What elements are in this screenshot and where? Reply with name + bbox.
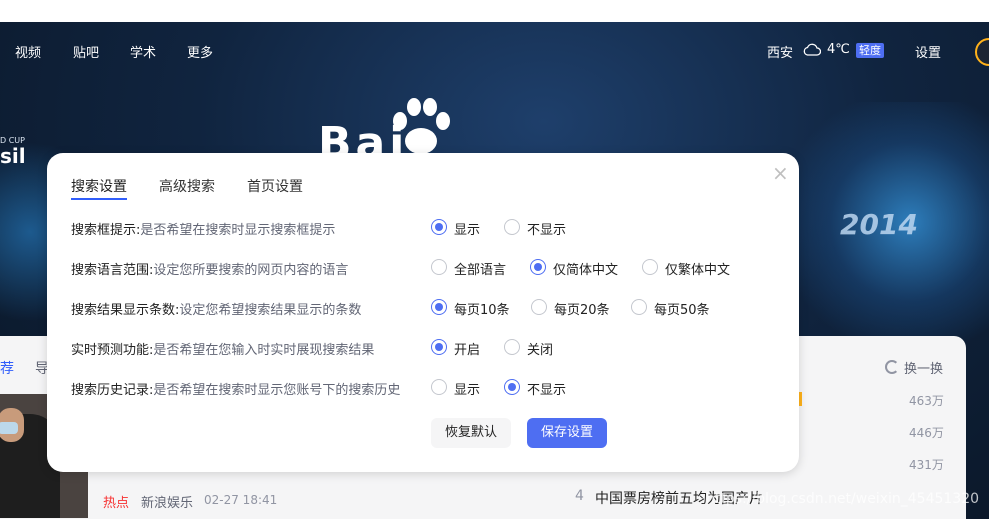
row-desc: 设定您希望搜索结果显示的条数 xyxy=(179,303,362,318)
watermark: https://blog.csdn.net/weixin_45451320 xyxy=(706,491,980,507)
row-key: 搜索语言范围: xyxy=(71,263,154,278)
row-search-suggest-label: 搜索框提示:是否希望在搜索时显示搜索框提示 xyxy=(71,219,335,238)
row-key: 搜索框提示: xyxy=(71,223,141,238)
option-label[interactable]: 每页50条 xyxy=(654,299,710,318)
row-desc: 是否希望在您输入时实时展现搜索结果 xyxy=(153,343,375,358)
radio-results-10[interactable] xyxy=(431,299,447,315)
nav-more[interactable]: 更多 xyxy=(187,42,213,61)
cup-text: sil xyxy=(0,144,26,168)
hot-value-1: 463万 xyxy=(909,394,944,408)
option-label[interactable]: 全部语言 xyxy=(454,259,506,278)
row-key: 实时预测功能: xyxy=(71,343,154,358)
close-icon[interactable]: × xyxy=(772,163,789,183)
radio-suggest-show[interactable] xyxy=(431,219,447,235)
aqi-badge[interactable]: 轻度 xyxy=(856,43,884,58)
settings-link[interactable]: 设置 xyxy=(915,42,941,61)
option-label[interactable]: 显示 xyxy=(454,219,480,238)
news-time: 02-27 18:41 xyxy=(204,493,278,507)
radio-results-50[interactable] xyxy=(631,299,647,315)
option-label[interactable]: 每页10条 xyxy=(454,299,510,318)
avatar[interactable] xyxy=(975,38,989,66)
refresh-button[interactable]: 换一换 xyxy=(904,358,943,377)
row-realtime-predict-label: 实时预测功能:是否希望在您输入时实时展现搜索结果 xyxy=(71,339,374,358)
hot-value-3: 431万 xyxy=(909,458,944,472)
radio-language-traditional[interactable] xyxy=(642,259,658,275)
radio-history-hide[interactable] xyxy=(504,379,520,395)
reset-defaults-button[interactable]: 恢复默认 xyxy=(431,418,511,448)
news-hot-tag: 热点 xyxy=(103,496,130,511)
row-results-count-label: 搜索结果显示条数:设定您希望搜索结果显示的条数 xyxy=(71,299,361,318)
radio-predict-on[interactable] xyxy=(431,339,447,355)
row-language-label: 搜索语言范围:设定您所要搜索的网页内容的语言 xyxy=(71,259,348,278)
weather-temperature[interactable]: 4℃ xyxy=(827,42,850,57)
row-key: 搜索结果显示条数: xyxy=(71,303,180,318)
top-nav: 视频 贴吧 学术 更多 西安 4℃ 轻度 设置 xyxy=(0,22,989,80)
option-label[interactable]: 开启 xyxy=(454,339,480,358)
top-strip xyxy=(0,0,989,22)
nav-video[interactable]: 视频 xyxy=(15,42,41,61)
option-label[interactable]: 仅繁体中文 xyxy=(665,259,730,278)
radio-language-all[interactable] xyxy=(431,259,447,275)
save-settings-button[interactable]: 保存设置 xyxy=(527,418,607,448)
row-desc: 设定您所要搜索的网页内容的语言 xyxy=(153,263,349,278)
row-search-history-label: 搜索历史记录:是否希望在搜索时显示您账号下的搜索历史 xyxy=(71,379,400,398)
option-label[interactable]: 每页20条 xyxy=(554,299,610,318)
world-cup-year: 2014 xyxy=(840,208,918,241)
nav-xueshu[interactable]: 学术 xyxy=(130,42,156,61)
option-label[interactable]: 不显示 xyxy=(527,379,566,398)
refresh-icon[interactable] xyxy=(885,360,899,374)
hot-value-2: 446万 xyxy=(909,426,944,440)
row-key: 搜索历史记录: xyxy=(71,383,154,398)
weather-city[interactable]: 西安 xyxy=(767,42,793,61)
radio-suggest-hide[interactable] xyxy=(504,219,520,235)
thumbnail-mask xyxy=(0,422,18,434)
option-label[interactable]: 显示 xyxy=(454,379,480,398)
cloud-icon xyxy=(803,43,821,56)
radio-history-show[interactable] xyxy=(431,379,447,395)
tab-recommend[interactable]: 荐 xyxy=(0,358,14,378)
nav-tieba[interactable]: 贴吧 xyxy=(73,42,99,61)
tab-underline xyxy=(71,198,127,200)
news-source[interactable]: 新浪娱乐 xyxy=(141,492,193,511)
radio-language-simplified[interactable] xyxy=(530,259,546,275)
radio-results-20[interactable] xyxy=(531,299,547,315)
row-desc: 是否希望在搜索时显示搜索框提示 xyxy=(140,223,336,238)
hot-rank: 4 xyxy=(575,488,584,504)
option-label[interactable]: 关闭 xyxy=(527,339,553,358)
baidu-paw-icon xyxy=(393,98,450,154)
tab-search-settings[interactable]: 搜索设置 xyxy=(71,176,127,196)
tab-advanced-search[interactable]: 高级搜索 xyxy=(159,176,215,196)
search-settings-modal: × 搜索设置 高级搜索 首页设置 搜索框提示:是否希望在搜索时显示搜索框提示 显… xyxy=(47,153,799,472)
row-desc: 是否希望在搜索时显示您账号下的搜索历史 xyxy=(153,383,401,398)
radio-predict-off[interactable] xyxy=(504,339,520,355)
option-label[interactable]: 不显示 xyxy=(527,219,566,238)
tab-homepage-settings[interactable]: 首页设置 xyxy=(247,176,303,196)
option-label[interactable]: 仅简体中文 xyxy=(553,259,618,278)
